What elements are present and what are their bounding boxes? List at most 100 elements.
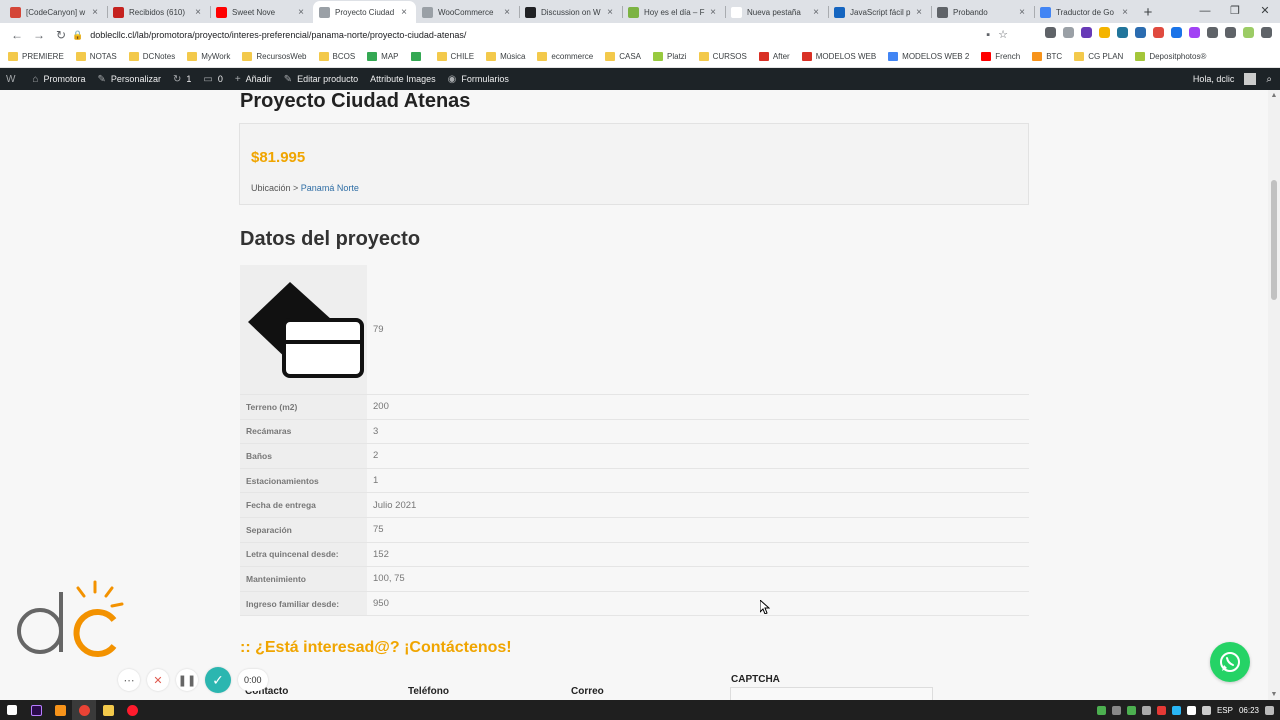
close-window-icon[interactable]: ✕ [1250,0,1280,22]
extension-icon[interactable] [1099,27,1110,38]
close-tab-icon[interactable]: × [604,7,616,18]
extension-icon[interactable] [1063,27,1074,38]
menu-icon[interactable] [1225,27,1236,38]
admin-bar-item[interactable]: ✎ Editar producto [278,68,364,90]
close-tab-icon[interactable]: × [89,7,101,18]
browser-tab[interactable]: Proyecto Ciudad × [313,1,416,23]
volume-icon[interactable] [1201,705,1211,715]
notifications-icon[interactable] [1265,705,1274,715]
bookmark-item[interactable]: French [981,52,1020,61]
bookmark-item[interactable]: CURSOS [698,52,747,61]
close-tab-icon[interactable]: × [913,7,925,18]
browser-tab[interactable]: Recibidos (610) × [107,1,210,23]
browser-tab[interactable]: Hoy es el día – F × [622,1,725,23]
close-tab-icon[interactable]: × [295,7,307,18]
bookmark-item[interactable]: DCNotes [128,52,175,61]
browser-tab[interactable]: [CodeCanyon] w × [4,1,107,23]
bookmark-item[interactable]: MAP [367,52,399,61]
star-icon[interactable]: ▪☆ [986,28,1016,41]
bookmark-item[interactable]: BCOS [318,52,355,61]
maximize-icon[interactable]: ❐ [1220,0,1250,22]
bookmark-item[interactable]: CG PLAN [1074,52,1123,61]
close-tab-icon[interactable]: × [398,7,410,18]
page-scrollbar[interactable]: ▲ ▼ [1268,90,1280,700]
close-tab-icon[interactable]: × [707,7,719,18]
browser-tab[interactable]: Sweet Nove × [210,1,313,23]
pause-icon[interactable]: ❚❚ [176,669,198,691]
close-tab-icon[interactable]: × [810,7,822,18]
bookmark-item[interactable]: After [758,52,790,61]
minimize-icon[interactable]: — [1190,0,1220,22]
browser-tab[interactable]: Traductor de Go × [1034,1,1137,23]
close-tab-icon[interactable]: × [192,7,204,18]
bookmark-item[interactable]: Música [486,52,525,61]
scroll-up-icon[interactable]: ▲ [1268,92,1280,99]
extension-icon[interactable] [1243,27,1254,38]
bookmark-item[interactable]: MODELOS WEB 2 [888,52,969,61]
browser-tab[interactable]: Nueva pestaña × [725,1,828,23]
admin-bar-item[interactable]: ⌂ Promotora [26,68,91,90]
chrome-icon[interactable] [72,700,96,720]
forward-arrow-icon[interactable]: → [28,28,50,42]
browser-tab[interactable]: Probando × [931,1,1034,23]
scroll-down-icon[interactable]: ▼ [1268,691,1280,698]
more-vert-icon[interactable] [1261,27,1272,38]
close-tab-icon[interactable]: × [501,7,513,18]
scrollbar-thumb[interactable] [1271,180,1277,300]
admin-bar-item[interactable]: ▭ 0 [197,68,228,90]
extension-icon[interactable] [1135,27,1146,38]
bookmark-item[interactable]: ecommerce [537,52,593,61]
opera-icon[interactable] [120,700,144,720]
new-tab-button[interactable]: + [1137,1,1159,23]
tray-icon[interactable] [1171,705,1181,715]
browser-tab[interactable]: JavaScript fácil p × [828,1,931,23]
tray-icon[interactable] [1156,705,1166,715]
puzzle-icon[interactable] [1207,27,1218,38]
back-arrow-icon[interactable]: ← [6,28,28,42]
tray-icon[interactable] [1096,705,1106,715]
admin-bar-account[interactable]: Hola, dclic ⌕ [1193,68,1272,90]
browser-tab[interactable]: WooCommerce × [416,1,519,23]
bookmark-item[interactable]: BTC [1032,52,1062,61]
bookmark-item[interactable]: CHILE [436,52,474,61]
premiere-icon[interactable] [24,700,48,720]
tray-icon[interactable] [1126,705,1136,715]
extension-icon[interactable] [1189,27,1200,38]
bookmark-item[interactable]: MODELOS WEB [801,52,876,61]
extension-icon[interactable] [1081,27,1092,38]
clock[interactable]: 06:23 [1239,706,1259,715]
bookmark-item[interactable]: Depositphotos® [1135,52,1206,61]
app-icon[interactable] [48,700,72,720]
extension-icon[interactable] [1171,27,1182,38]
bookmark-item[interactable]: PREMIERE [8,52,64,61]
more-icon[interactable]: ⋯ [118,669,140,691]
bookmark-item[interactable] [410,52,425,61]
address-bar[interactable]: 🔒 doblecllc.cl/lab/promotora/proyecto/in… [72,25,1020,45]
bookmark-item[interactable]: Platzi [653,52,687,61]
bookmark-item[interactable]: CASA [605,52,641,61]
bookmark-item[interactable]: RecursosWeb [242,52,307,61]
captcha-widget[interactable] [730,687,933,700]
extension-icon[interactable] [1045,27,1056,38]
reload-icon[interactable]: ↻ [50,28,72,42]
browser-tab[interactable]: Discussion on W × [519,1,622,23]
tray-icon[interactable] [1141,705,1151,715]
cloud-icon[interactable] [1186,705,1196,715]
location-link[interactable]: Panamá Norte [301,183,359,193]
search-icon[interactable]: ⌕ [1266,74,1272,85]
extension-icon[interactable] [1153,27,1164,38]
admin-bar-item[interactable]: + Añadir [229,68,278,90]
admin-bar-item[interactable]: ✎ Personalizar [92,68,167,90]
language-indicator[interactable]: ESP [1217,706,1233,715]
admin-bar-item[interactable]: ◉ Formularios [442,68,515,90]
close-tab-icon[interactable]: × [1119,7,1131,18]
bookmark-item[interactable]: MyWork [187,52,230,61]
wordpress-extension-icon[interactable] [1117,27,1128,38]
checkmark-icon[interactable]: ✓ [205,667,231,693]
close-icon[interactable]: ✕ [147,669,169,691]
windows-start-icon[interactable] [0,700,24,720]
admin-bar-item[interactable]: ↻ 1 [167,68,197,90]
file-explorer-icon[interactable] [96,700,120,720]
admin-bar-item[interactable]: W [0,68,26,90]
admin-bar-item[interactable]: Attribute Images [364,68,442,90]
